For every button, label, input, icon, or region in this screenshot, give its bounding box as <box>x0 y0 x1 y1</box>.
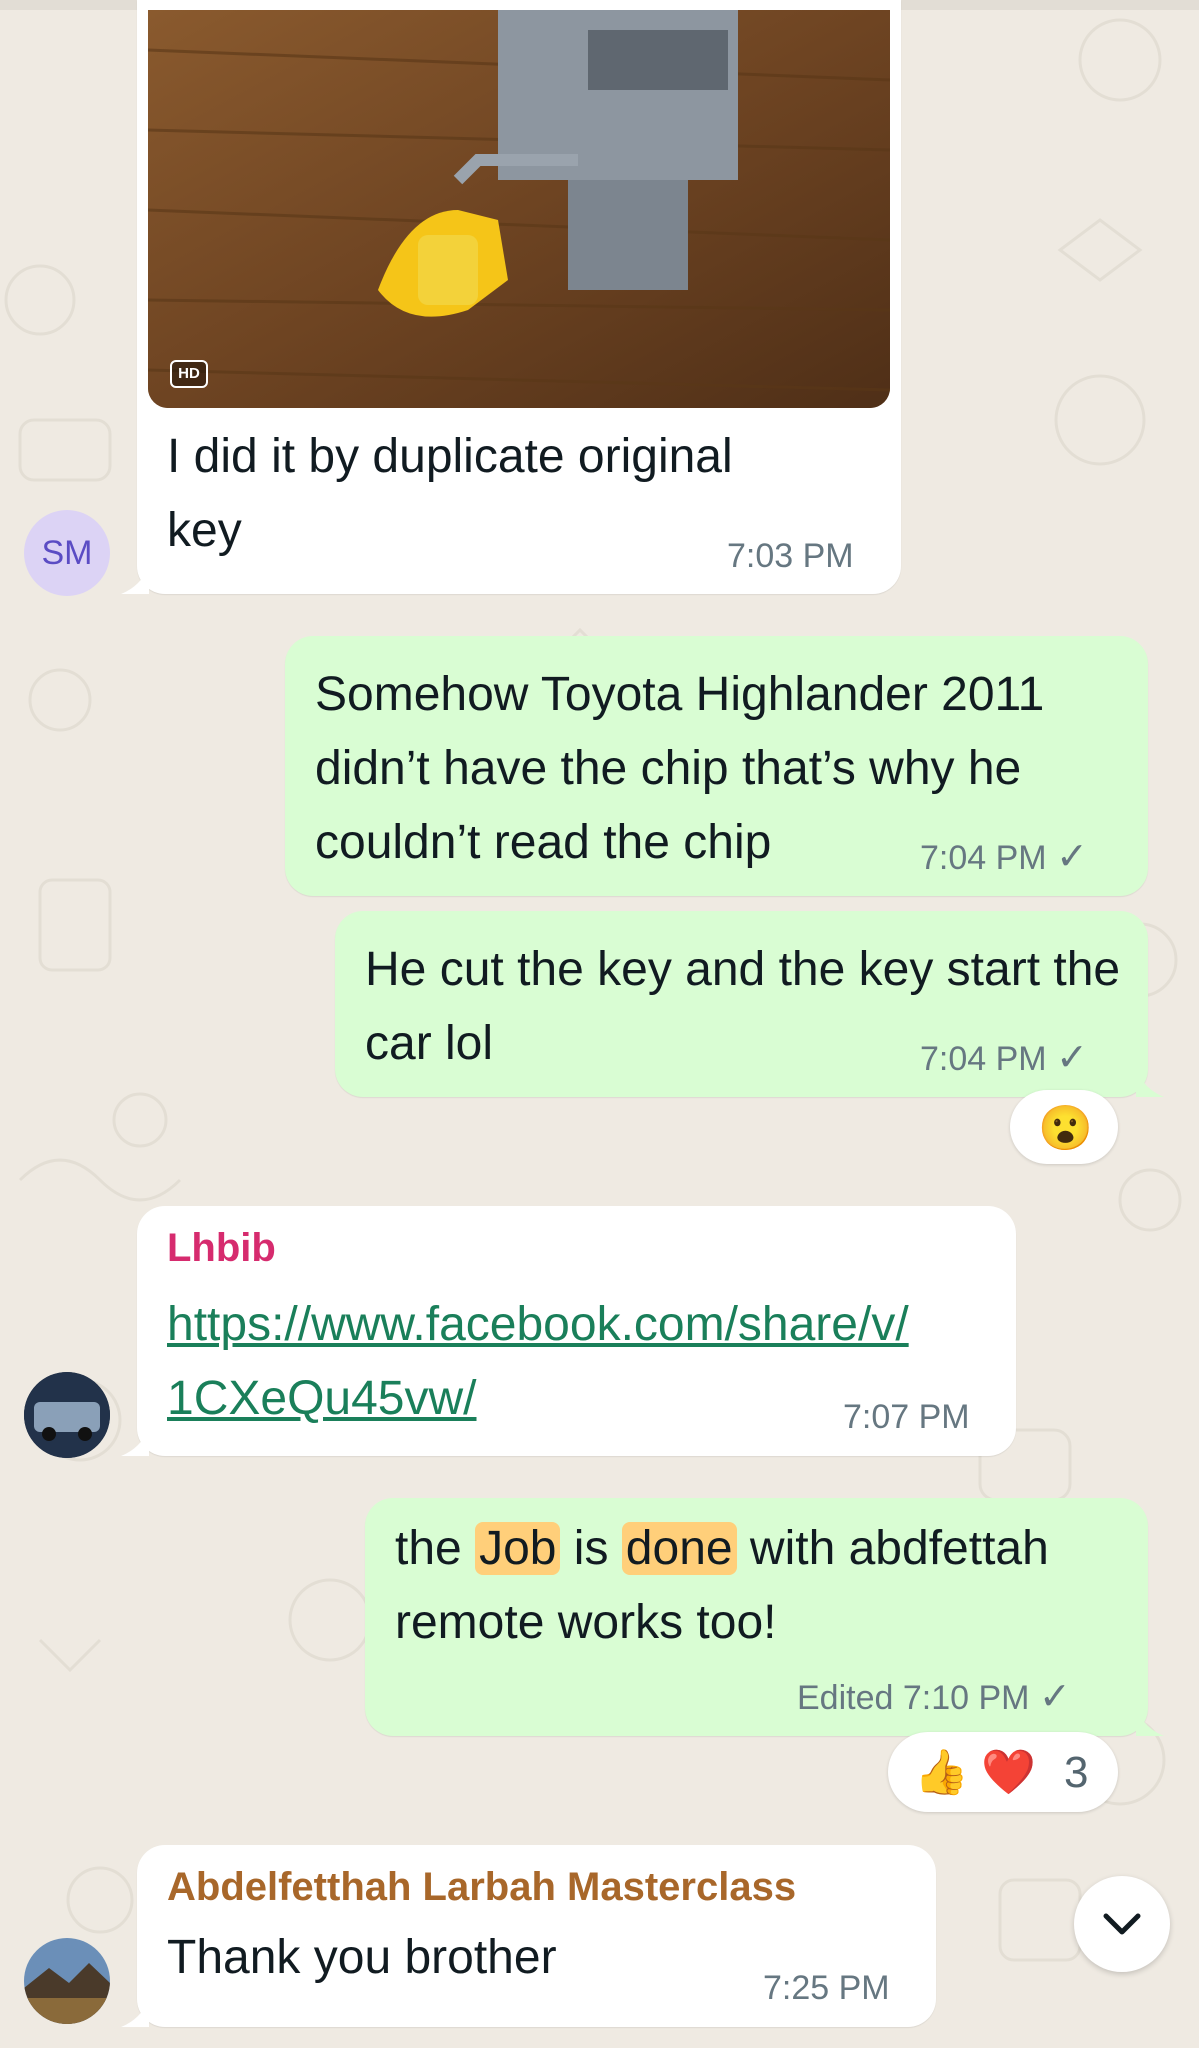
message-text: the Job is done with abdfettah remote wo… <box>395 1522 1049 1649</box>
bubble-tail <box>1136 1069 1164 1097</box>
message-bubble-incoming[interactable]: HD I did it by duplicate original key 7:… <box>121 0 901 594</box>
message-time: 7:04 PM ✓ <box>920 836 1088 878</box>
photo-attachment[interactable]: HD <box>148 10 890 408</box>
sender-name[interactable]: Lhbib <box>167 1226 276 1271</box>
avatar[interactable] <box>24 1372 110 1458</box>
avatar[interactable]: SM <box>24 510 110 596</box>
lock-cylinder-photo <box>148 10 890 408</box>
message-caption: I did it by duplicate original key <box>167 430 733 557</box>
message-time: 7:03 PM <box>727 537 854 575</box>
hd-badge: HD <box>170 360 208 388</box>
check-icon: ✓ <box>1038 1676 1071 1718</box>
avatar[interactable] <box>24 1938 110 2024</box>
sender-name[interactable]: Abdelfetthah Larbah Masterclass <box>167 1865 796 1910</box>
message-text: Thank you brother <box>167 1931 557 1984</box>
avatar-initials: SM <box>41 534 93 572</box>
bubble-tail <box>121 1999 149 2027</box>
bubble-tail <box>121 566 149 594</box>
message-bubble-outgoing[interactable]: Somehow Toyota Highlander 2011 didn’t ha… <box>285 636 1148 896</box>
reaction-emojis: 👍 ❤️ <box>914 1748 1036 1797</box>
message-time: 7:07 PM <box>843 1398 970 1436</box>
avatar-image <box>24 1938 110 2024</box>
edited-label: Edited <box>797 1679 894 1717</box>
reaction-pill[interactable]: 😮 <box>1010 1090 1118 1164</box>
scroll-to-bottom-button[interactable] <box>1074 1876 1170 1972</box>
message-time: Edited 7:10 PM ✓ <box>797 1676 1071 1718</box>
check-icon: ✓ <box>1056 1037 1088 1079</box>
search-highlight: done <box>621 1522 737 1575</box>
search-highlight: Job <box>475 1522 561 1575</box>
chevron-down-icon <box>1103 1913 1141 1935</box>
message-bubble-outgoing[interactable]: the Job is done with abdfettah remote wo… <box>365 1498 1164 1736</box>
surprised-emoji: 😮 <box>1038 1104 1093 1153</box>
bubble-tail <box>121 1428 149 1456</box>
reaction-pill[interactable]: 👍 ❤️ 3 <box>888 1732 1118 1812</box>
message-time: 7:04 PM ✓ <box>920 1037 1088 1079</box>
message-time: 7:25 PM <box>763 1969 890 2007</box>
message-bubble-incoming[interactable]: Abdelfetthah Larbah Masterclass Thank yo… <box>121 1845 936 2027</box>
message-bubble-incoming[interactable]: Lhbib https://www.facebook.com/share/v/ … <box>121 1206 1016 1456</box>
reaction-count: 3 <box>1064 1748 1089 1797</box>
avatar-image <box>24 1372 110 1458</box>
bubble-tail <box>1136 1708 1164 1736</box>
check-icon: ✓ <box>1056 836 1088 878</box>
message-bubble-outgoing[interactable]: He cut the key and the key start the car… <box>335 911 1164 1097</box>
